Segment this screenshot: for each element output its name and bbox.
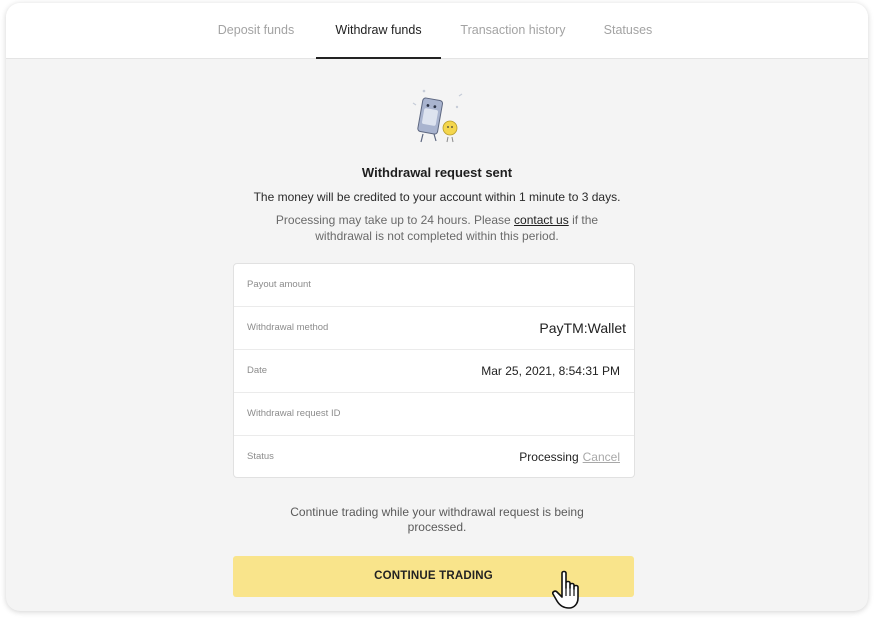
active-tab-underline (316, 57, 441, 59)
detail-row-status: Status Processing Cancel (234, 436, 634, 478)
withdrawal-details: Payout amount Withdrawal method PayTM:Wa… (233, 263, 635, 478)
detail-label: Payout amount (247, 279, 311, 290)
contact-us-link[interactable]: contact us (514, 213, 569, 227)
tab-label: Withdraw funds (335, 23, 422, 37)
tab-bar: Deposit funds Withdraw funds Transaction… (6, 3, 868, 59)
withdrawal-card: Deposit funds Withdraw funds Transaction… (6, 3, 868, 611)
status-value: Processing Cancel (519, 436, 620, 478)
success-heading: Withdrawal request sent (361, 165, 513, 180)
processing-note: Processing may take up to 24 hours. Plea… (261, 212, 613, 244)
tab-label: Transaction history (460, 23, 566, 37)
detail-row-date: Date Mar 25, 2021, 8:54:31 PM (234, 350, 634, 393)
status-text: Processing (519, 450, 579, 464)
withdrawal-method-value: PayTM:Wallet (539, 320, 626, 336)
wallet-mascot-icon (410, 87, 470, 147)
cancel-link[interactable]: Cancel (583, 450, 620, 464)
hand-pointer-icon (552, 570, 588, 611)
detail-label: Withdrawal method (247, 322, 329, 333)
date-value: Mar 25, 2021, 8:54:31 PM (481, 364, 620, 378)
tab-statuses[interactable]: Statuses (601, 3, 655, 58)
detail-label: Withdrawal request ID (247, 408, 341, 419)
tab-transaction-history[interactable]: Transaction history (457, 3, 569, 58)
detail-row-request-id: Withdrawal request ID (234, 393, 634, 436)
detail-row-payout-amount: Payout amount (234, 264, 634, 307)
tab-deposit-funds[interactable]: Deposit funds (209, 3, 303, 58)
tab-label: Statuses (603, 23, 653, 37)
tabs: Deposit funds Withdraw funds Transaction… (187, 3, 687, 59)
detail-row-method: Withdrawal method PayTM:Wallet (234, 307, 634, 350)
tab-label: Deposit funds (217, 23, 295, 37)
detail-label: Status (247, 451, 274, 462)
note-text: Processing may take up to 24 hours. Plea… (275, 213, 515, 227)
continue-note: Continue trading while your withdrawal r… (290, 505, 584, 534)
credit-timeframe-text: The money will be credited to your accou… (253, 190, 621, 204)
detail-label: Date (247, 365, 268, 376)
tab-withdraw-funds[interactable]: Withdraw funds (316, 3, 441, 59)
